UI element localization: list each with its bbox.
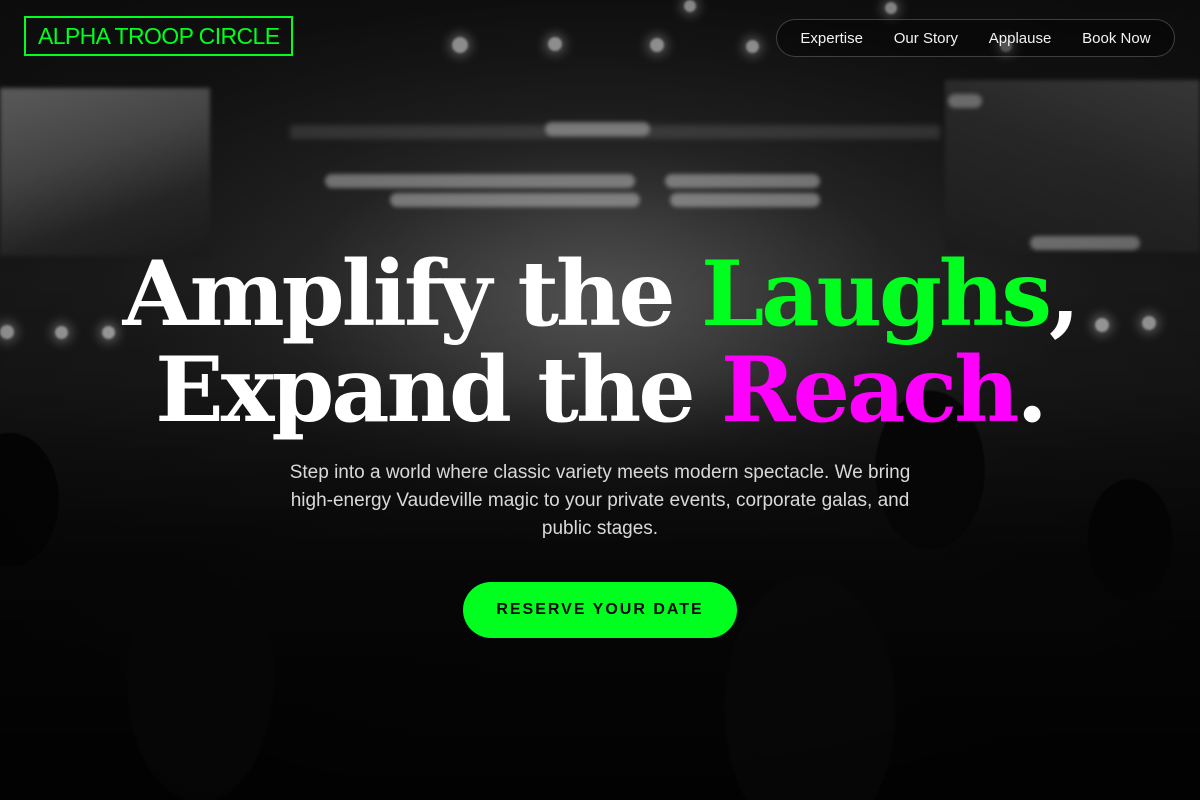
nav-link-book-now[interactable]: Book Now xyxy=(1082,30,1150,47)
nav-link-expertise[interactable]: Expertise xyxy=(800,30,863,47)
brand-logo[interactable]: ALPHA TROOP CIRCLE xyxy=(24,16,294,56)
hero-headline-line-1: Amplify the Laughs, xyxy=(0,246,1200,342)
main-nav: Expertise Our Story Applause Book Now xyxy=(776,19,1175,57)
headline-punctuation: , xyxy=(1049,241,1080,347)
headline-highlight-reach: Reach xyxy=(720,337,1020,443)
headline-text: Expand the xyxy=(155,337,721,443)
brand-logo-text: ALPHA TROOP CIRCLE xyxy=(38,22,280,49)
nav-link-our-story[interactable]: Our Story xyxy=(894,30,958,47)
nav-link-applause[interactable]: Applause xyxy=(989,30,1052,47)
hero-subtitle: Step into a world where classic variety … xyxy=(289,462,911,539)
hero-headline-line-2: Expand the Reach. xyxy=(0,342,1200,438)
hero-headline: Amplify the Laughs, Expand the Reach. xyxy=(0,246,1200,438)
reserve-date-button[interactable]: RESERVE YOUR DATE xyxy=(463,582,737,638)
headline-text: Amplify the xyxy=(122,241,701,347)
headline-punctuation: . xyxy=(1016,337,1048,443)
headline-highlight-laughs: Laughs xyxy=(700,241,1052,347)
